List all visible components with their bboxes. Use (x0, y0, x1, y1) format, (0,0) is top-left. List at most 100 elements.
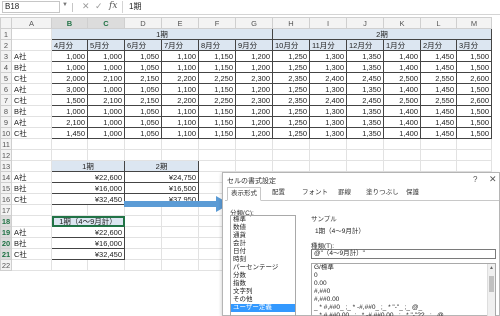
cell[interactable]: A社 (11, 116, 52, 128)
cell[interactable]: 1,300 (309, 50, 347, 62)
tab-border[interactable]: 罫線 (335, 187, 354, 201)
cell[interactable]: 1,050 (124, 50, 162, 62)
cell[interactable]: 1,000 (87, 105, 125, 117)
row-header[interactable]: 4 (0, 61, 12, 73)
cell[interactable]: ¥32,450 (51, 193, 125, 205)
cell[interactable]: B社 (11, 237, 52, 249)
category-item[interactable]: 通貨 (231, 232, 295, 240)
cell[interactable]: 1,150 (198, 127, 236, 139)
cell[interactable]: 1,250 (272, 61, 310, 73)
category-item[interactable]: パーセンテージ (231, 264, 295, 272)
cell[interactable]: 7月分 (161, 39, 199, 51)
cell[interactable] (11, 39, 52, 51)
row-header[interactable]: 9 (0, 116, 12, 128)
fx-icon[interactable]: fx (109, 1, 117, 11)
cell[interactable]: 1,200 (235, 50, 273, 62)
row-header[interactable]: 10 (0, 127, 12, 139)
cell[interactable]: 4月分 (51, 39, 88, 51)
cell[interactable]: 2期 (124, 160, 199, 172)
check-icon[interactable]: ✓ (95, 1, 103, 12)
cell[interactable]: 2,450 (346, 72, 384, 84)
cell[interactable]: 2,450 (346, 94, 384, 106)
cell[interactable]: 1,500 (51, 94, 88, 106)
cell[interactable]: 1月分 (383, 39, 421, 51)
cell[interactable]: 1期（4〜9月計） (51, 215, 125, 227)
format-item[interactable]: _ * #,##0.00_ ;_ * -#,##0.00_ ;_ * "-"??… (312, 312, 495, 316)
cell[interactable]: 1,300 (309, 105, 347, 117)
cell[interactable]: 1,100 (161, 105, 199, 117)
cell[interactable] (198, 149, 236, 161)
cell[interactable]: 2,150 (124, 94, 162, 106)
cell[interactable]: 12月分 (346, 39, 384, 51)
cell[interactable]: 1,150 (198, 105, 236, 117)
scroll-thumb[interactable] (489, 276, 494, 292)
cell[interactable]: 2,400 (309, 72, 347, 84)
cell[interactable] (124, 215, 162, 227)
category-item[interactable]: 指数 (231, 280, 295, 288)
cell[interactable] (51, 204, 88, 216)
cell[interactable]: 1,000 (51, 50, 88, 62)
tab-number[interactable]: 表示形式 (227, 187, 261, 201)
cell[interactable]: B社 (11, 182, 52, 194)
format-item[interactable]: 0 (312, 272, 495, 280)
cell[interactable]: 1,400 (383, 50, 421, 62)
cell[interactable]: 1,500 (456, 50, 492, 62)
cell[interactable]: 2,250 (198, 94, 236, 106)
cell[interactable]: 1,200 (235, 116, 273, 128)
column-header[interactable]: I (309, 17, 347, 29)
cell[interactable] (124, 237, 162, 249)
cell[interactable]: 2,550 (420, 94, 457, 106)
cell[interactable]: 1,500 (456, 116, 492, 128)
row-header[interactable]: 13 (0, 160, 12, 172)
cell[interactable]: 1,450 (420, 61, 457, 73)
cell[interactable]: ¥16,000 (51, 182, 125, 194)
cell[interactable]: C社 (11, 72, 52, 84)
row-header[interactable]: 7 (0, 94, 12, 106)
column-header[interactable]: J (346, 17, 384, 29)
cell[interactable] (87, 138, 125, 150)
cell[interactable]: 1,100 (161, 127, 199, 139)
tab-alignment[interactable]: 配置 (269, 187, 288, 201)
cell[interactable]: 2,550 (420, 72, 457, 84)
cell[interactable]: C社 (11, 127, 52, 139)
cell[interactable]: 1,450 (51, 127, 88, 139)
cell[interactable] (11, 149, 52, 161)
close-button[interactable]: ✕ (489, 174, 497, 185)
help-button[interactable]: ? (473, 175, 477, 184)
cell[interactable] (161, 259, 199, 271)
cell[interactable]: ¥22,600 (51, 226, 125, 238)
cell[interactable]: 1,250 (272, 83, 310, 95)
cell[interactable]: 1,050 (124, 83, 162, 95)
cell[interactable] (124, 226, 162, 238)
tab-protection[interactable]: 保護 (403, 187, 422, 201)
cell[interactable]: 2,100 (51, 116, 88, 128)
cell[interactable] (420, 149, 457, 161)
cell[interactable] (124, 248, 162, 260)
cell[interactable] (346, 138, 384, 150)
row-header[interactable]: 16 (0, 193, 12, 205)
row-header[interactable]: 22 (0, 259, 12, 271)
cell[interactable] (456, 160, 492, 172)
cell[interactable]: 1,050 (124, 61, 162, 73)
cell[interactable] (235, 149, 273, 161)
cell[interactable]: A社 (11, 83, 52, 95)
tab-fill[interactable]: 塗りつぶし (363, 187, 402, 201)
cell[interactable]: 10月分 (272, 39, 310, 51)
cell[interactable]: B社 (11, 105, 52, 117)
cell[interactable] (51, 259, 88, 271)
cell[interactable]: 2,000 (51, 72, 88, 84)
cell[interactable]: C社 (11, 248, 52, 260)
chevron-down-icon[interactable]: ▼ (62, 2, 68, 8)
cell[interactable]: 2,350 (272, 94, 310, 106)
cell[interactable]: 2,350 (272, 72, 310, 84)
cell[interactable]: 1,000 (51, 105, 88, 117)
cell[interactable] (161, 138, 199, 150)
cell[interactable] (11, 138, 52, 150)
cell[interactable]: 1,000 (87, 61, 125, 73)
cell[interactable] (346, 160, 384, 172)
cell[interactable] (346, 149, 384, 161)
cell[interactable] (383, 160, 421, 172)
row-header[interactable]: 20 (0, 237, 12, 249)
cell[interactable]: 1,500 (456, 83, 492, 95)
category-list[interactable]: 標準 数値 通貨 会計 日付 時刻 パーセンテージ 分数 指数 文字列 その他 ユーザー定義 (230, 215, 296, 316)
